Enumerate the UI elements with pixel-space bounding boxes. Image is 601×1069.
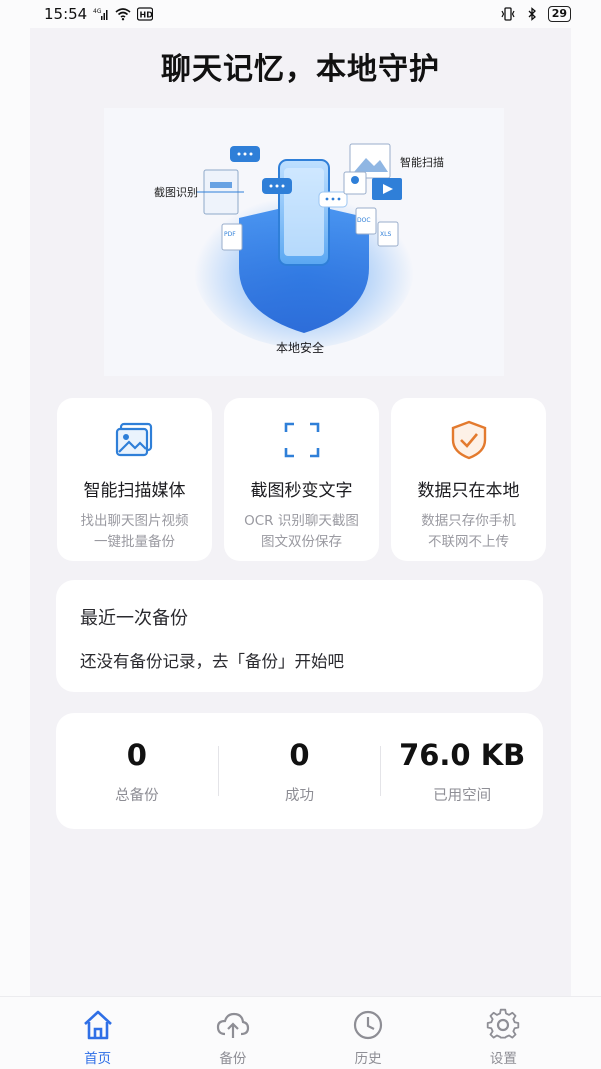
stat-value: 0 [126,737,147,772]
tab-home[interactable]: 首页 [38,1007,158,1067]
feature-title: 智能扫描媒体 [83,481,186,501]
stat-total-backups: 0 总备份 [56,738,218,805]
feature-card-ocr[interactable]: 截图秒变文字 OCR 识别聊天截图 图文双份保存 [224,398,379,561]
tab-label: 历史 [354,1051,382,1067]
hero-label-local: 本地安全 [276,340,324,355]
shield-check-icon [451,420,486,460]
recent-backup-description: 还没有备份记录，去「备份」开始吧 [80,652,344,671]
stat-label: 总备份 [115,787,159,804]
tab-settings[interactable]: 设置 [443,1007,563,1067]
scan-frame-icon [284,422,319,458]
app-screen: 15:54 4G HD 29 聊天记忆，本地守护 截图识别 PDF 智能扫描 D… [0,0,601,1069]
svg-text:XLS: XLS [380,231,391,238]
video-file-icon [372,178,402,200]
tab-backup[interactable]: 备份 [173,1007,293,1067]
feature-card-scan-media[interactable]: 智能扫描媒体 找出聊天图片视频 一键批量备份 [57,398,212,561]
tab-label: 设置 [489,1051,517,1067]
pdf-file-icon: PDF [221,223,243,251]
stat-value: 76.0 KB [399,737,526,772]
page-title: 聊天记忆，本地守护 [161,52,440,87]
hero-graphic: 截图识别 PDF 智能扫描 DOC XLS 本地安全 [154,143,444,355]
clock-icon [354,1010,383,1040]
stat-value: 0 [289,737,310,772]
bluetooth-icon [528,7,536,21]
tab-history[interactable]: 历史 [308,1007,428,1067]
screenshot-frame-icon [196,169,244,215]
status-bar: 15:54 4G HD 29 [0,0,601,28]
battery-icon: 29 [547,6,571,22]
stat-used-space: 76.0 KB 已用空间 [381,738,543,805]
feature-title: 截图秒变文字 [250,481,353,501]
feature-description: 找出聊天图片视频 一键批量备份 [80,513,189,550]
status-time: 15:54 [44,5,88,23]
stats-card: 0 总备份 0 成功 76.0 KB 已用空间 [56,713,543,829]
feature-description: 数据只存你手机 不联网不上传 [421,513,516,550]
chat-bubble-icon [318,191,348,208]
tab-label: 备份 [219,1051,247,1067]
feature-description: OCR 识别聊天截图 图文双份保存 [244,513,359,550]
hero-label-screenshot: 截图识别 [154,185,198,199]
cellular-signal-icon: 4G [93,8,108,20]
image-icon [115,422,152,457]
stat-label: 已用空间 [433,787,492,804]
doc-file-icon: DOC [355,207,377,235]
chat-bubble-icon [262,178,292,194]
svg-text:DOC: DOC [357,217,371,224]
network-type: 4G [93,8,102,15]
svg-text:PDF: PDF [224,231,236,238]
wifi-icon [115,8,131,21]
cloud-upload-icon [216,1012,249,1038]
xls-file-icon: XLS [377,221,399,247]
hero-illustration: 截图识别 PDF 智能扫描 DOC XLS 本地安全 [104,108,504,376]
hero-label-scan: 智能扫描 [400,155,444,169]
home-icon [83,1010,112,1040]
tab-label: 首页 [84,1051,112,1067]
recent-backup-card[interactable]: 最近一次备份 还没有备份记录，去「备份」开始吧 [56,580,543,692]
stat-success: 0 成功 [219,738,381,805]
svg-text:HD: HD [140,11,154,20]
bottom-tab-bar: 首页 备份 历史 设置 [0,996,601,1069]
stat-label: 成功 [285,787,314,804]
vibrate-icon [501,7,515,21]
feature-card-local-data[interactable]: 数据只在本地 数据只存你手机 不联网不上传 [391,398,546,561]
gear-icon [487,1008,520,1039]
feature-title: 数据只在本地 [417,481,520,501]
hd-icon: HD [137,7,154,21]
chat-bubble-icon [230,146,260,162]
recent-backup-title: 最近一次备份 [80,608,188,629]
contact-file-icon [343,171,367,195]
